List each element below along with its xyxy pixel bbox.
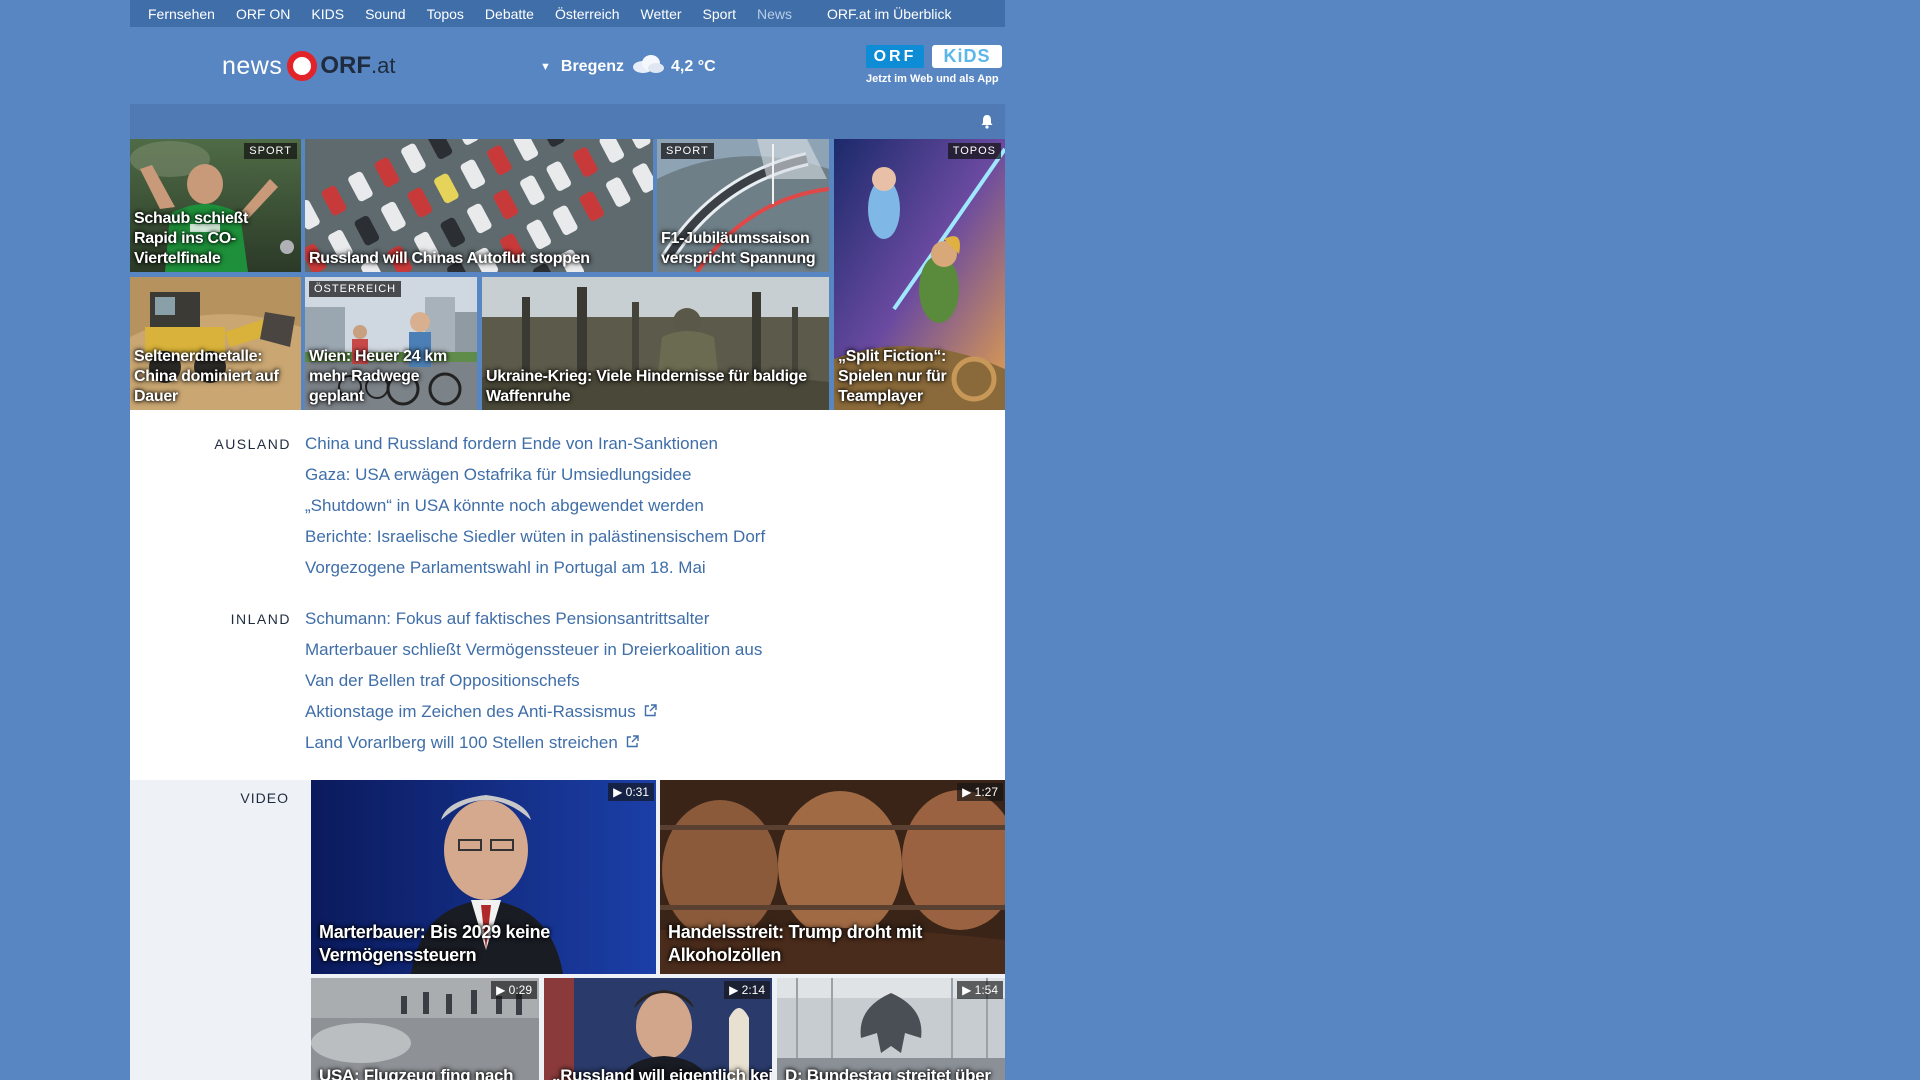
tile-ukraine-krieg[interactable]: Ukraine-Krieg: Viele Hindernisse für bal… <box>482 277 829 410</box>
video-duration: ▶ 0:31 <box>608 783 654 801</box>
video-duration: ▶ 1:54 <box>957 981 1003 999</box>
tile-caption: „Split Fiction“: Spielen nur für Teampla… <box>838 348 947 405</box>
video-caption: D: Bundestag streitet über <box>785 1066 991 1080</box>
tile-badge: SPORT <box>661 143 714 159</box>
video-tile-marterbauer[interactable]: ▶ 0:31 Marterbauer: Bis 2029 keine Vermö… <box>311 780 656 974</box>
nav-fernsehen[interactable]: Fernsehen <box>148 6 215 22</box>
orf-kids-banner[interactable]: ORF KiDS Jetzt im Web und als App <box>866 45 1005 95</box>
logo-at-text: .at <box>371 53 396 78</box>
list-item-label: Land Vorarlberg will 100 Stellen streich… <box>305 733 618 752</box>
nav-orf-on[interactable]: ORF ON <box>236 6 290 22</box>
list-item-label: Aktionstage im Zeichen des Anti-Rassismu… <box>305 702 636 721</box>
inland-list: Schumann: Fokus auf faktisches Pensionsa… <box>305 603 762 758</box>
external-link-icon <box>644 697 657 728</box>
video-duration: ▶ 1:27 <box>957 783 1003 801</box>
list-item[interactable]: „Shutdown“ in USA könnte noch abgewendet… <box>305 490 765 521</box>
list-item[interactable]: China und Russland fordern Ende von Iran… <box>305 428 765 459</box>
play-icon: ▶ <box>962 983 972 997</box>
nav-news[interactable]: News <box>757 6 792 22</box>
video-duration-text: 0:29 <box>508 983 532 997</box>
nav-oesterreich[interactable]: Österreich <box>555 6 620 22</box>
list-item[interactable]: Marterbauer schließt Vermögenssteuer in … <box>305 634 762 665</box>
list-item[interactable]: Berichte: Israelische Siedler wüten in p… <box>305 521 765 552</box>
top-nav: Fernsehen ORF ON KIDS Sound Topos Debatt… <box>130 0 1005 27</box>
tile-oesterreich-radwege[interactable]: ÖSTERREICH Wien: Heuer 24 km mehr Radweg… <box>305 277 477 410</box>
ausland-list: China und Russland fordern Ende von Iran… <box>305 428 765 583</box>
video-section: VIDEO ▶ 0:31 Marterbauer: Bis 2029 keine… <box>130 780 1005 1080</box>
list-item[interactable]: Schumann: Fokus auf faktisches Pensionsa… <box>305 603 762 634</box>
list-item[interactable]: Vorgezogene Parlamentswahl in Portugal a… <box>305 552 765 583</box>
tile-topos-split-fiction[interactable]: TOPOS „Split Fiction“: Spielen nur für T… <box>834 139 1005 410</box>
video-caption: „Russland will eigentlich keine <box>552 1066 772 1080</box>
nav-topos[interactable]: Topos <box>427 6 464 22</box>
video-tile-russland[interactable]: ▶ 2:14 „Russland will eigentlich keine <box>544 978 772 1080</box>
play-icon: ▶ <box>729 983 739 997</box>
news-lists: AUSLAND China und Russland fordern Ende … <box>130 410 1005 780</box>
tile-russland-autoflut[interactable]: Russland will Chinas Autoflut stoppen <box>305 139 653 272</box>
weather-city: Bregenz <box>560 57 625 75</box>
video-caption: Handelsstreit: Trump droht mit Alkoholzö… <box>668 922 923 965</box>
orf-eye-icon <box>287 51 318 81</box>
list-item[interactable]: Van der Bellen traf Oppositionschefs <box>305 665 762 696</box>
play-icon: ▶ <box>496 983 506 997</box>
section-label-inland: INLAND <box>230 611 291 627</box>
tile-caption: Ukraine-Krieg: Viele Hindernisse für bal… <box>486 368 807 405</box>
video-duration-text: 1:27 <box>974 785 998 799</box>
nav-debatte[interactable]: Debatte <box>485 6 534 22</box>
sub-bar <box>130 104 1005 139</box>
video-duration-text: 2:14 <box>741 983 765 997</box>
tile-caption: Wien: Heuer 24 km mehr Radwege geplant <box>309 348 447 405</box>
page: Fernsehen ORF ON KIDS Sound Topos Debatt… <box>130 0 1005 1080</box>
tile-caption: F1-Jubiläumssaison verspricht Spannung <box>661 230 816 267</box>
tile-badge: ÖSTERREICH <box>309 281 402 297</box>
weather-widget[interactable]: ▼ Bregenz 4,2 °C <box>540 54 716 79</box>
video-duration-text: 1:54 <box>974 983 998 997</box>
tile-seltenerdmetalle[interactable]: Seltenerdmetalle: China dominiert auf Da… <box>130 277 301 410</box>
list-item-external[interactable]: Aktionstage im Zeichen des Anti-Rassismu… <box>305 696 762 727</box>
cloud-icon <box>631 54 665 79</box>
video-tile-handelsstreit[interactable]: ▶ 1:27 Handelsstreit: Trump droht mit Al… <box>660 780 1005 974</box>
video-duration: ▶ 2:14 <box>724 981 770 999</box>
list-item-external[interactable]: Land Vorarlberg will 100 Stellen streich… <box>305 727 762 758</box>
logo-news-text: news <box>222 51 283 80</box>
video-tile-flugzeug[interactable]: ▶ 0:29 USA: Flugzeug fing nach <box>311 978 539 1080</box>
tile-caption: Schaub schießt Rapid ins CO-Viertelfinal… <box>134 210 249 267</box>
tile-badge: TOPOS <box>947 143 1001 159</box>
weather-temperature: 4,2 °C <box>671 57 716 75</box>
nav-overview[interactable]: ORF.at im Überblick <box>827 6 951 22</box>
logo-orf-text: ORF <box>320 52 372 79</box>
external-link-icon <box>626 728 639 759</box>
kids-logo: KiDS <box>932 45 1002 68</box>
video-caption: USA: Flugzeug fing nach <box>319 1066 514 1080</box>
kids-tagline: Jetzt im Web und als App <box>866 73 999 85</box>
tile-caption: Russland will Chinas Autoflut stoppen <box>309 250 590 267</box>
play-icon: ▶ <box>613 785 623 799</box>
nav-kids[interactable]: KIDS <box>311 6 344 22</box>
nav-wetter[interactable]: Wetter <box>641 6 682 22</box>
video-duration-text: 0:31 <box>625 785 649 799</box>
dropdown-triangle-icon: ▼ <box>540 60 551 73</box>
kids-orf-logo: ORF <box>866 45 924 68</box>
news-orf-logo[interactable]: news ORF .at <box>222 51 396 81</box>
section-label-ausland: AUSLAND <box>214 436 291 452</box>
tile-badge: SPORT <box>244 143 297 159</box>
nav-sport[interactable]: Sport <box>703 6 736 22</box>
video-caption: Marterbauer: Bis 2029 keine Vermögensste… <box>319 922 551 965</box>
tile-sport-f1[interactable]: SPORT F1-Jubiläumssaison verspricht Span… <box>657 139 829 272</box>
tile-caption: Seltenerdmetalle: China dominiert auf Da… <box>134 348 279 405</box>
list-item[interactable]: Gaza: USA erwägen Ostafrika für Umsiedlu… <box>305 459 765 490</box>
site-header: news ORF .at ▼ Bregenz 4,2 °C ORF KiDS Je… <box>130 27 1005 104</box>
play-icon: ▶ <box>962 785 972 799</box>
tile-sport-rapid[interactable]: SPORT Schaub schießt Rapid ins CO-Vierte… <box>130 139 301 272</box>
section-label-video: VIDEO <box>240 790 289 806</box>
video-tile-bundestag[interactable]: ▶ 1:54 D: Bundestag streitet über <box>777 978 1005 1080</box>
bell-icon[interactable] <box>980 114 994 132</box>
nav-sound[interactable]: Sound <box>365 6 405 22</box>
video-duration: ▶ 0:29 <box>491 981 537 999</box>
